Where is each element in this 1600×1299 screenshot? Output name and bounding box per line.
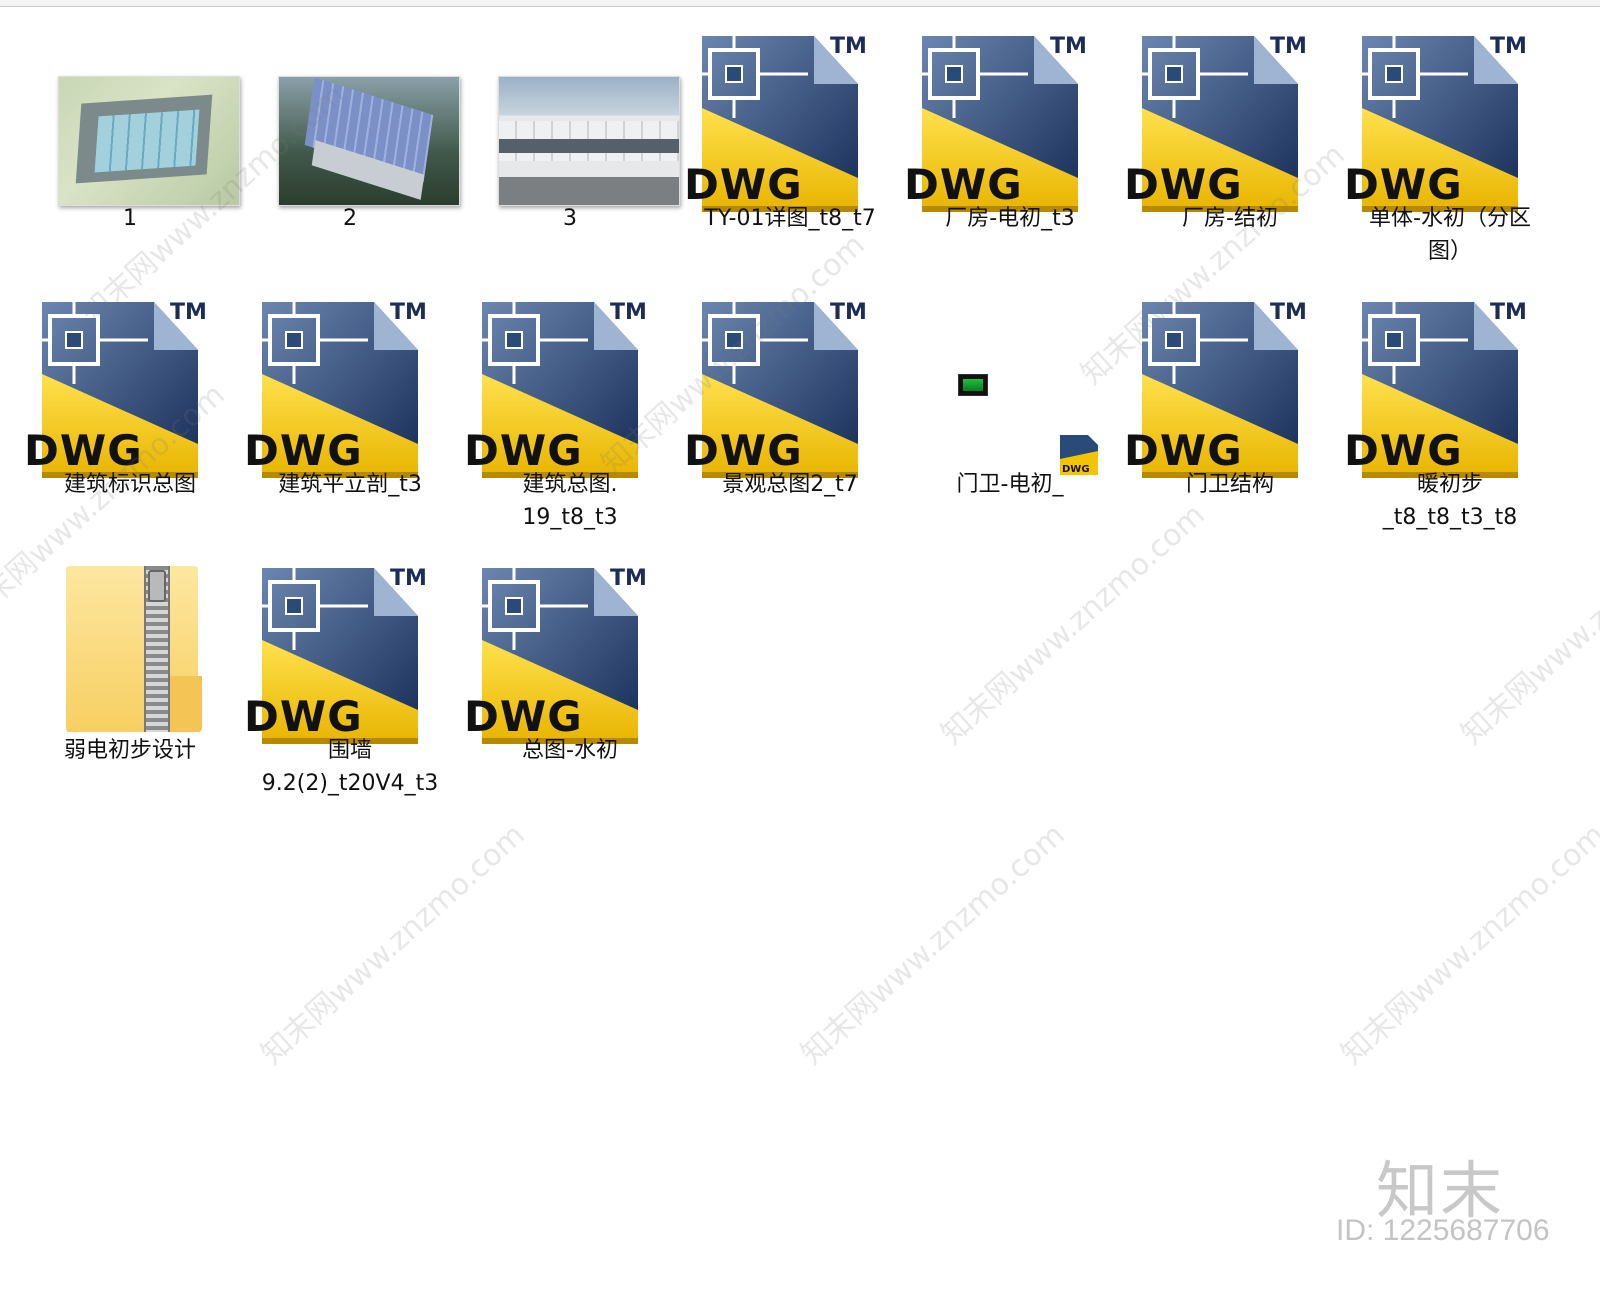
dwg-file-icon: DWG TM [900,28,1120,218]
file-item-dwg[interactable]: DWG TM 门卫结构 [1120,266,1340,516]
watermark: 知末网www.znzmo.com [254,817,532,1072]
file-item-dwg[interactable]: DWG TM 厂房-结初 [1120,0,1340,250]
dwg-file-icon: DWG TM [680,294,900,484]
file-name: 门卫结构 [1185,472,1274,497]
file-item-dwg[interactable]: DWG TM 建筑平立剖_t3 [240,266,460,516]
trademark-text: TM [610,300,647,325]
file-name: 建筑标识总图 [63,472,196,497]
file-name: 厂房-电初_t3 [945,206,1075,231]
trademark-text: TM [1490,34,1527,59]
file-item-dwg[interactable]: DWG TM 景观总图2_t7 [680,266,900,516]
aerial-render-thumbnail [278,76,460,206]
file-item-dwg[interactable]: DWG TM 厂房-电初_t3 [900,0,1120,250]
file-name: 单体-水初（分区 图） [1369,206,1531,264]
file-name: 暖初步 _t8_t8_t3_t8 [1382,472,1518,530]
site-plan-thumbnail [58,76,240,206]
file-name: 弱电初步设计 [63,738,196,763]
file-name: 2 [343,206,357,231]
dwg-file-icon: DWG TM [1340,28,1560,218]
file-item-1[interactable]: 1 [20,0,240,250]
file-name: 总图-水初 [522,738,618,763]
video-file-icon [958,374,988,396]
file-item-small[interactable]: 门卫-电初_ [900,266,1120,516]
dwg-file-icon: DWG TM [460,560,680,750]
facade-render-thumbnail [498,76,680,206]
file-item-dwg[interactable]: DWG TM 总图-水初 [460,532,680,782]
file-item-dwg[interactable]: DWG TM 建筑总图. 19_t8_t3 [460,266,680,530]
dwg-file-icon: DWG TM [1120,28,1340,218]
trademark-text: TM [390,300,427,325]
trademark-text: TM [830,34,867,59]
file-item-dwg[interactable]: DWG TM 围墙 9.2(2)_t20V4_t3 [240,532,460,796]
file-item-dwg[interactable]: DWG TM 单体-水初（分区 图） [1340,0,1560,264]
watermark: 知末网www.znzmo.com [1334,817,1600,1072]
file-name: 景观总图2_t7 [722,472,858,497]
dwg-file-icon: DWG TM [680,28,900,218]
trademark-text: TM [1270,300,1307,325]
file-item-dwg[interactable]: DWG TM TY-01详图_t8_t7 [680,0,900,250]
trademark-text: TM [830,300,867,325]
file-item-dwg[interactable]: DWG TM 建筑标识总图 [20,266,240,516]
dwg-file-icon: DWG TM [1120,294,1340,484]
trademark-text: TM [1050,34,1087,59]
file-item-2[interactable]: 2 [240,0,460,250]
file-name: TY-01详图_t8_t7 [704,206,876,231]
dwg-file-icon: DWG TM [240,294,460,484]
file-item-dwg[interactable]: DWG TM 暖初步 _t8_t8_t3_t8 [1340,266,1560,530]
dwg-file-icon: DWG TM [1340,294,1560,484]
trademark-text: TM [170,300,207,325]
dwg-mini-icon: DWG [1058,433,1100,477]
trademark-text: TM [390,566,427,591]
zip-folder-icon [66,566,206,736]
file-name: 厂房-结初 [1182,206,1278,231]
file-name: 3 [563,206,577,231]
file-name: 建筑平立剖_t3 [278,472,422,497]
file-name: 1 [123,206,137,231]
svg-text:DWG: DWG [1062,464,1090,475]
watermark: 知末网www.znzmo.com [794,817,1072,1072]
dwg-file-icon: DWG TM [240,560,460,750]
trademark-text: TM [1490,300,1527,325]
dwg-file-icon: DWG TM [460,294,680,484]
file-name: 围墙 9.2(2)_t20V4_t3 [261,738,439,796]
trademark-text: TM [1270,34,1307,59]
watermark: 知末网www.znzmo.com [934,497,1212,752]
file-item-3[interactable]: 3 [460,0,680,250]
file-name: 建筑总图. 19_t8_t3 [522,472,618,530]
dwg-file-icon: DWG TM [20,294,240,484]
trademark-text: TM [610,566,647,591]
watermark-id: ID: 1225687706 [1336,1214,1550,1247]
